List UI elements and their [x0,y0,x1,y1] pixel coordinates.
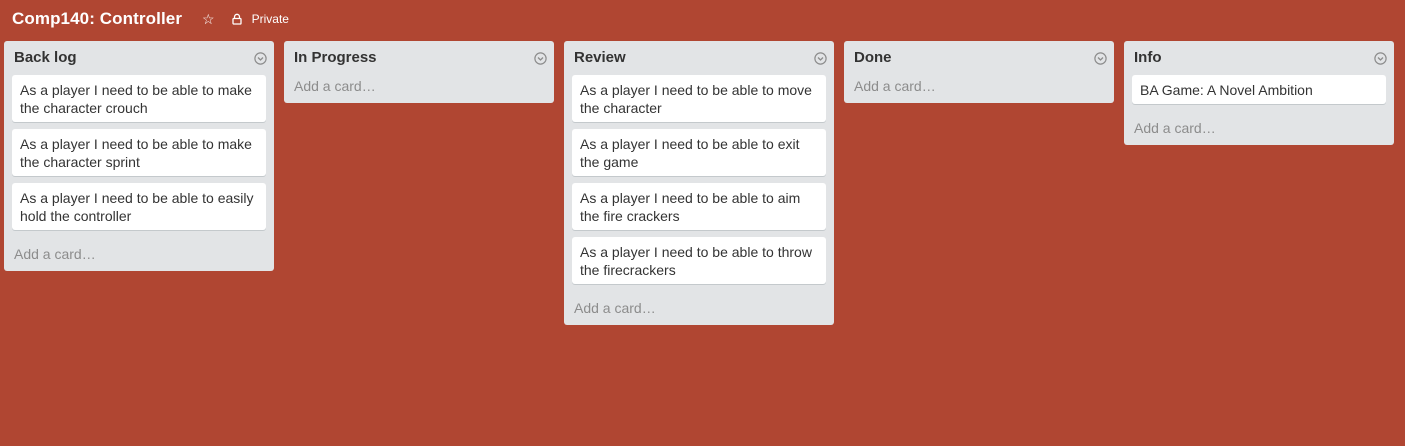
list-done: Done Add a card… [844,41,1114,103]
star-icon[interactable]: ☆ [202,12,215,26]
board-header: Comp140: Controller ☆ Private [12,8,289,30]
add-card-button[interactable]: Add a card… [852,75,1106,95]
list-menu-icon[interactable] [1374,52,1387,65]
list-back-log: Back log As a player I need to be able t… [4,41,274,271]
list-review: Review As a player I need to be able to … [564,41,834,325]
board-title[interactable]: Comp140: Controller [12,9,182,29]
privacy-label: Private [251,12,289,26]
list-header: In Progress [292,41,547,75]
card[interactable]: As a player I need to be able to easily … [12,183,266,230]
card[interactable]: As a player I need to be able to aim the… [572,183,826,230]
card[interactable]: As a player I need to be able to make th… [12,129,266,176]
list-header: Back log [12,41,267,75]
privacy-button[interactable]: Private [231,12,289,26]
list-header: Info [1132,41,1387,75]
add-card-button[interactable]: Add a card… [12,237,266,263]
list-title[interactable]: In Progress [294,49,377,66]
list-title[interactable]: Back log [14,49,77,66]
list-in-progress: In Progress Add a card… [284,41,554,103]
list-menu-icon[interactable] [534,52,547,65]
list-title[interactable]: Info [1134,49,1162,66]
list-menu-icon[interactable] [814,52,827,65]
card[interactable]: As a player I need to be able to exit th… [572,129,826,176]
list-menu-icon[interactable] [254,52,267,65]
card[interactable]: As a player I need to be able to make th… [12,75,266,122]
list-header: Review [572,41,827,75]
list-title[interactable]: Done [854,49,892,66]
add-card-button[interactable]: Add a card… [292,75,546,95]
card[interactable]: As a player I need to be able to throw t… [572,237,826,284]
list-header: Done [852,41,1107,75]
lock-icon [231,13,242,25]
card[interactable]: As a player I need to be able to move th… [572,75,826,122]
list-title[interactable]: Review [574,49,626,66]
add-card-button[interactable]: Add a card… [1132,111,1386,137]
list-info: Info BA Game: A Novel Ambition Add a car… [1124,41,1394,145]
card[interactable]: BA Game: A Novel Ambition [1132,75,1386,104]
list-menu-icon[interactable] [1094,52,1107,65]
add-card-button[interactable]: Add a card… [572,291,826,317]
